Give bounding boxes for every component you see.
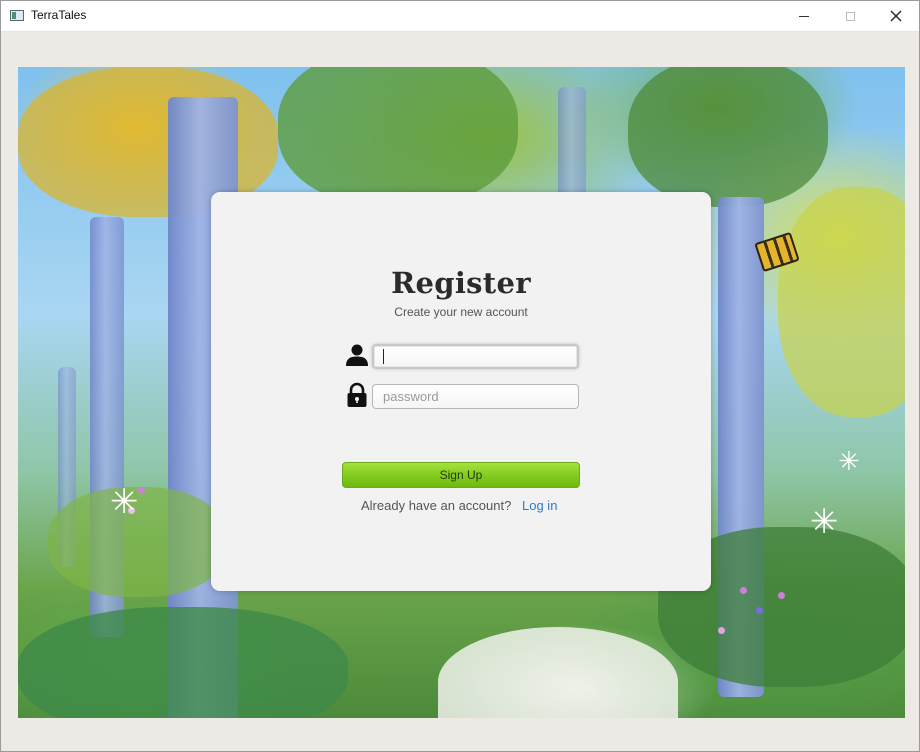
- flower: [756, 607, 763, 614]
- flower: [138, 487, 145, 494]
- password-field[interactable]: [372, 384, 579, 409]
- window-title: TerraTales: [31, 8, 87, 22]
- close-icon: [890, 10, 902, 22]
- username-field[interactable]: [372, 344, 579, 369]
- sign-up-button[interactable]: Sign Up: [342, 462, 580, 488]
- close-button[interactable]: [873, 1, 919, 31]
- sparkle-icon: ✳: [838, 447, 860, 477]
- flower: [740, 587, 747, 594]
- sparkle-icon: ✳: [110, 482, 139, 522]
- flower: [718, 627, 725, 634]
- foliage: [278, 67, 518, 207]
- minimize-icon: [799, 15, 809, 17]
- foliage: [778, 187, 905, 417]
- page-title: Register: [391, 266, 531, 300]
- text-caret: [383, 349, 384, 364]
- app-window: TerraTales ✳ ✳ ✳ Register Create your ne…: [0, 0, 920, 752]
- dirt-path: [438, 627, 678, 718]
- register-card: Register Create your new account Sign Up…: [211, 192, 711, 591]
- lock-icon: [347, 382, 367, 407]
- maximize-icon: [845, 11, 855, 21]
- login-link[interactable]: Log in: [522, 498, 557, 513]
- flower: [778, 592, 785, 599]
- maximize-button[interactable]: [827, 1, 873, 31]
- title-bar[interactable]: TerraTales: [1, 1, 919, 32]
- app-icon: [10, 10, 24, 21]
- user-icon: [346, 344, 368, 366]
- foliage: [628, 67, 828, 207]
- minimize-button[interactable]: [781, 1, 827, 31]
- login-prompt: Already have an account?: [361, 498, 512, 513]
- page-subtitle: Create your new account: [394, 305, 528, 319]
- sparkle-icon: ✳: [810, 502, 839, 542]
- foliage: [18, 607, 348, 718]
